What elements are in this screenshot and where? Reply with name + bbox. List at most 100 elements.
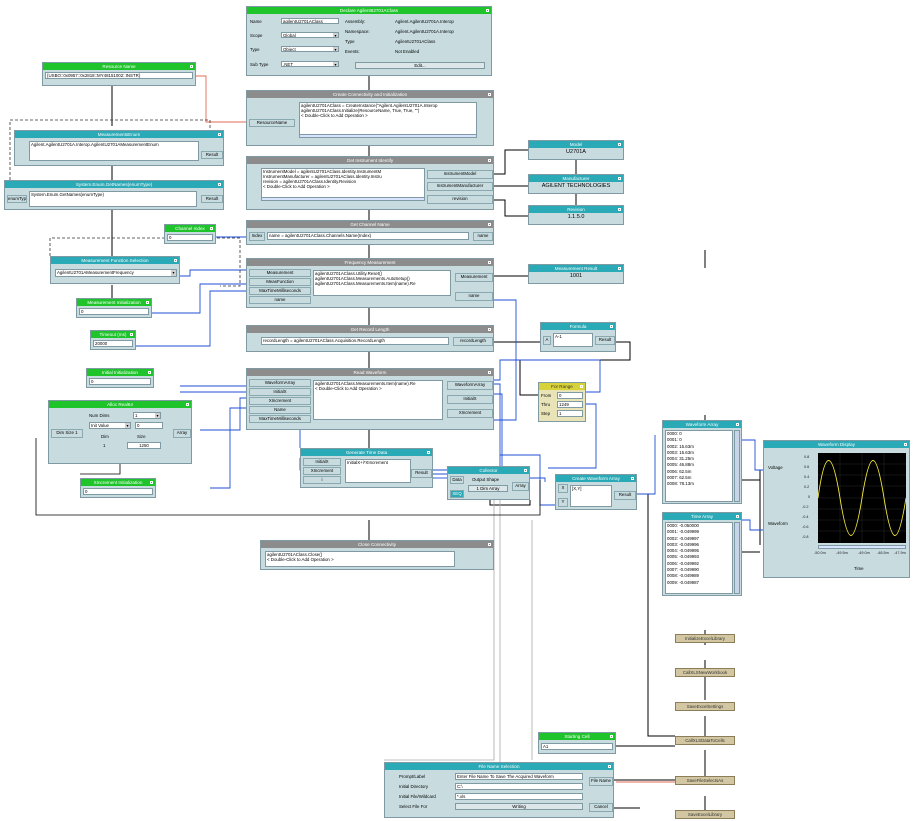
wfarray-list[interactable]: 0000: 0 0001: 0 0002: 15.63m 0003: 15.63…	[665, 430, 733, 502]
filesel-prompt-field[interactable]: Enter File Name To Save The Acquired Wav…	[455, 773, 583, 780]
collector-data-pin[interactable]: Data	[450, 476, 464, 484]
identity-model-pin[interactable]: InstrumentModel	[427, 170, 493, 179]
initialx-init-box[interactable]: Initial Initialization 0	[86, 368, 154, 388]
readwf-maxtime-pin[interactable]: MaxTimeMilliseconds	[249, 415, 311, 423]
chname-name-pin[interactable]: name	[473, 232, 493, 241]
createwf-field[interactable]: [X,Y]	[570, 485, 612, 507]
collector-outputshape-button[interactable]: 1 Dim Array	[468, 485, 508, 492]
timeout-box[interactable]: Timeout (ms) 20000	[90, 330, 136, 350]
create-code[interactable]: agilentU2701AClass = CreateInstance("Agi…	[299, 102, 477, 138]
declare-type-select[interactable]: Object	[281, 46, 339, 52]
record-length-box[interactable]: Get Record Length recordLength = agilent…	[246, 325, 494, 352]
forrange-step-field[interactable]: 1	[557, 410, 583, 417]
alloc-array-pin[interactable]: Array	[173, 429, 191, 438]
identity-revision-pin[interactable]: revision	[427, 195, 493, 204]
model-box[interactable]: Model U2701A	[528, 140, 624, 160]
create-resourcename-pin[interactable]: ResourceName	[249, 119, 295, 127]
channel-index-box[interactable]: Channel Index 0	[164, 224, 216, 244]
create-scrollbar[interactable]	[299, 134, 477, 138]
identity-manufacturer-pin[interactable]: InstrumentManufacturer	[427, 182, 493, 191]
channel-name-box[interactable]: Get Channel Name Index name = agilentU27…	[246, 220, 494, 245]
filesel-filename-pin[interactable]: File Name	[589, 777, 613, 786]
display-x-scrollbar[interactable]	[818, 545, 906, 549]
file-name-selection-box[interactable]: File Name Selection Prompt/Label Enter F…	[384, 762, 614, 818]
resource-name-box[interactable]: Resource Name {USBO::0x0957::0x2818::MY4…	[42, 62, 196, 86]
sequence-item[interactable]: InitializeExcelLibrary	[675, 634, 735, 643]
sequence-item[interactable]: SaveExcelLibrary	[675, 810, 735, 819]
xinc-field[interactable]: 0	[83, 488, 153, 495]
mmenum-field[interactable]: Agilent.AgilentU2701A.Interop.AgilentU27…	[29, 141, 199, 161]
readwf-xincrement-in-pin[interactable]: XIncrement	[249, 397, 311, 405]
formula-result-pin[interactable]: Result	[595, 336, 615, 345]
mmenum-result-pin[interactable]: Result	[201, 151, 223, 159]
create-connectivity-box[interactable]: Create Connectivity and Initialization R…	[246, 90, 494, 146]
formula-box[interactable]: Formula A A-1 Result	[540, 322, 616, 352]
identity-code[interactable]: InstrumentModel = agilentU2701AClass.Ide…	[261, 168, 425, 200]
minit-field[interactable]: 0	[79, 308, 149, 315]
readwf-waveformarray-in-pin[interactable]: WaveformArray	[249, 379, 311, 387]
close-code[interactable]: agilentU2701AClass.Close() < Double-Clic…	[265, 551, 455, 567]
time-array-box[interactable]: Time Array 0000: -0.050000 0001: -0.0499…	[662, 512, 742, 596]
display-plot-area[interactable]	[817, 453, 907, 543]
gentime-initialx-pin[interactable]: InitialX	[303, 458, 341, 466]
chname-code[interactable]: name = agilentU2701AClass.Channels.Name(…	[267, 232, 469, 240]
freq-name-out-pin[interactable]: name	[455, 292, 493, 301]
system-enum-box[interactable]: System.Enum.GetNames(enumType) enumType …	[4, 180, 224, 210]
chindex-field[interactable]: 0	[167, 234, 213, 241]
formula-a-pin[interactable]: A	[543, 336, 551, 345]
filesel-cancel-pin[interactable]: Cancel	[589, 803, 613, 812]
waveform-display-box[interactable]: Waveform Display Voltage Waveform 0.8 0.…	[763, 440, 910, 578]
resource-field[interactable]: {USBO::0x0957::0x2818::MY48151002::INSTR…	[45, 72, 193, 79]
gentime-code[interactable]: InitialX+i*XIncrement	[345, 459, 411, 483]
freq-measfunction-pin[interactable]: MeasFunction	[249, 278, 311, 286]
for-range-box[interactable]: For Range From 0 Thru 1249 Step 1	[538, 382, 586, 422]
measurement-init-box[interactable]: Measurement Initialization 0	[76, 298, 152, 318]
timearray-list[interactable]: 0000: -0.050000 0001: -0.049999 0002: -0…	[665, 522, 733, 594]
close-connectivity-box[interactable]: Close Connectivity agilentU2701AClass.Cl…	[260, 540, 494, 570]
instrument-identify-box[interactable]: Get Instrument Identify InstrumentModel …	[246, 156, 494, 210]
readwf-xincrement-out-pin[interactable]: XIncrement	[447, 409, 493, 418]
filesel-initfile-field[interactable]: *.xls	[455, 793, 583, 800]
readwf-initialx-out-pin[interactable]: InitialX	[447, 395, 493, 404]
declare-edit-button[interactable]: Edit...	[355, 62, 485, 69]
filesel-initdir-field[interactable]: C:\	[455, 783, 583, 790]
readwf-initialx-in-pin[interactable]: InitialX	[249, 388, 311, 396]
alloc-initval-field[interactable]: 0	[135, 422, 163, 429]
freq-measurement-in-pin[interactable]: Measurement	[249, 269, 311, 277]
alloc-numdims-select[interactable]: 1	[133, 412, 161, 419]
sequence-item[interactable]: CallXLSNewWorkbook	[675, 668, 735, 677]
collector-array-pin[interactable]: Array	[512, 482, 529, 491]
gentime-xincrement-pin[interactable]: XIncrement	[303, 467, 341, 475]
sysenum-result-pin[interactable]: Result	[201, 195, 223, 203]
chname-index-pin[interactable]: Index	[249, 232, 265, 241]
identity-scrollbar[interactable]	[261, 197, 425, 201]
collector-box[interactable]: Collector Data XEQ Output Shape 1 Dim Ar…	[447, 466, 530, 500]
reclen-code[interactable]: recordLength = agilentU2701AClass.Acquis…	[261, 337, 449, 345]
read-waveform-box[interactable]: Read Waveform WaveformArray InitialX XIn…	[246, 368, 494, 430]
createwf-x-pin[interactable]: X	[558, 484, 568, 493]
formula-field[interactable]: A-1	[553, 333, 593, 347]
declare-object-box[interactable]: Declare Agilent62701AClass Name agilentU…	[246, 6, 492, 76]
initxinit-field[interactable]: 0	[89, 378, 151, 385]
measurements-enum-box[interactable]: MeasurementsEnum Agilent.AgilentU2701A.I…	[14, 130, 224, 166]
revision-box[interactable]: Revision 1.1.5.0	[528, 205, 624, 225]
createwf-result-pin[interactable]: Result	[614, 491, 636, 500]
sequence-item[interactable]: CallXLSDataToCells	[675, 736, 735, 745]
startingcell-field[interactable]: A1	[541, 743, 613, 750]
alloc-real64-box[interactable]: Alloc Real64 Num Dims 1 Init Value 0 Dim…	[48, 400, 192, 464]
starting-cell-box[interactable]: Starting Cell A1	[538, 732, 616, 754]
create-waveform-array-box[interactable]: Create Waveform Array X Y [X,Y] Result	[555, 474, 637, 510]
declare-subtype-select[interactable]: .NET	[281, 61, 339, 67]
freq-code[interactable]: agilentU2701AClass.Utility.Reset() agile…	[313, 270, 451, 296]
sysenum-field[interactable]: System.Enum.GetNames(enumType)	[29, 191, 197, 207]
sequence-item[interactable]: SaveExcelSettings	[675, 702, 735, 711]
readwf-code[interactable]: agilentU2701AClass.Measurements.Item(nam…	[313, 380, 443, 420]
alloc-size-field[interactable]: 1250	[127, 442, 161, 449]
reclen-recordlength-pin[interactable]: recordLength	[453, 337, 493, 346]
alloc-dimsize-pin[interactable]: Dim Size 1	[51, 429, 83, 438]
waveform-array-box[interactable]: Waveform Array 0000: 0 0001: 0 0002: 15.…	[662, 420, 742, 504]
gentime-result-pin[interactable]: Result	[411, 469, 432, 478]
sysenum-enumtype-pin[interactable]: enumType	[7, 195, 27, 203]
measurement-function-box[interactable]: Measurement Function Selection AgilentU2…	[50, 256, 180, 284]
declare-name-field[interactable]: agilentU2701AClass	[281, 18, 339, 24]
